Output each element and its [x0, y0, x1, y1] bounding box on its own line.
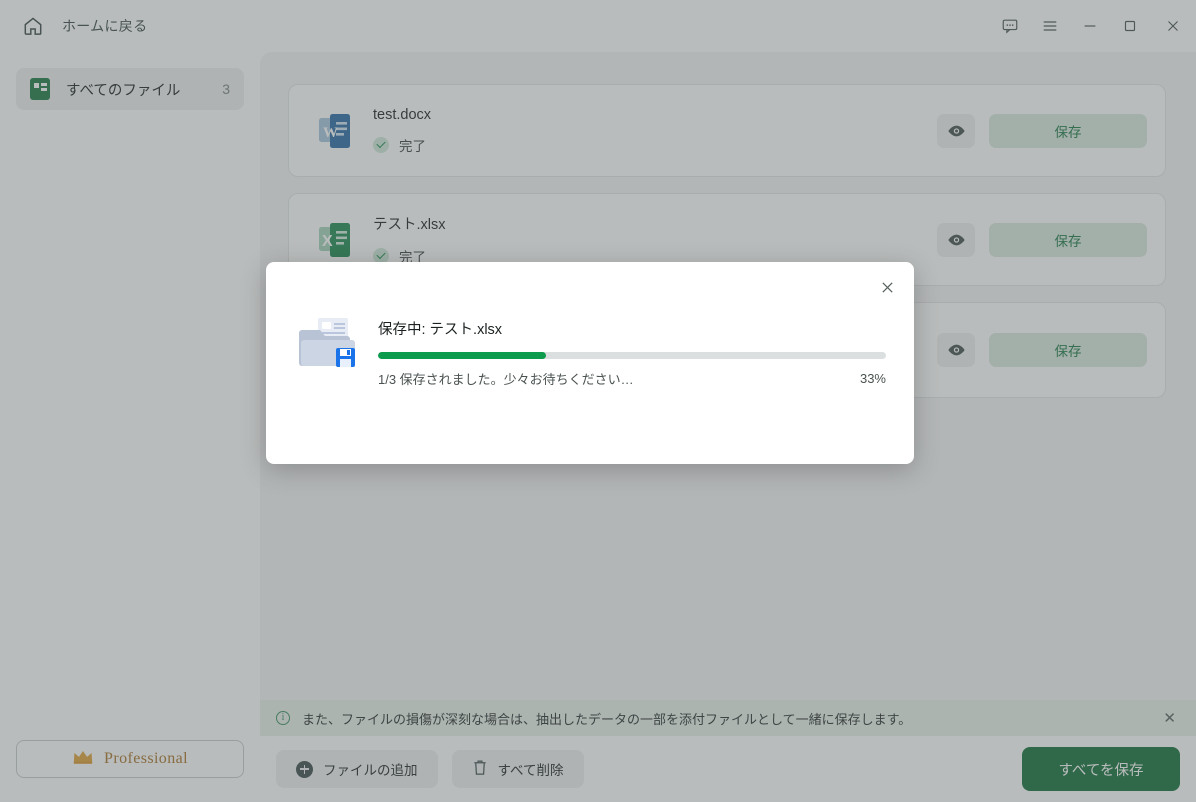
dialog-subtext: 1/3 保存されました。少々お待ちください… [378, 372, 634, 387]
progress-bar [378, 352, 886, 359]
dialog-main: 保存中: テスト.xlsx 1/3 保存されました。少々お待ちください… 33% [378, 314, 886, 388]
progress-bar-fill [378, 352, 546, 359]
progress-percent: 33% [859, 371, 886, 386]
saving-progress-dialog: 保存中: テスト.xlsx 1/3 保存されました。少々お待ちください… 33% [266, 262, 914, 464]
folder-save-icon [298, 314, 360, 372]
dialog-title: 保存中: テスト.xlsx [378, 322, 503, 338]
dialog-subtext-row: 1/3 保存されました。少々お待ちください… 33% [378, 369, 886, 388]
dialog-body: 保存中: テスト.xlsx 1/3 保存されました。少々お待ちください… 33% [298, 314, 886, 388]
dialog-close-icon[interactable] [874, 274, 900, 300]
